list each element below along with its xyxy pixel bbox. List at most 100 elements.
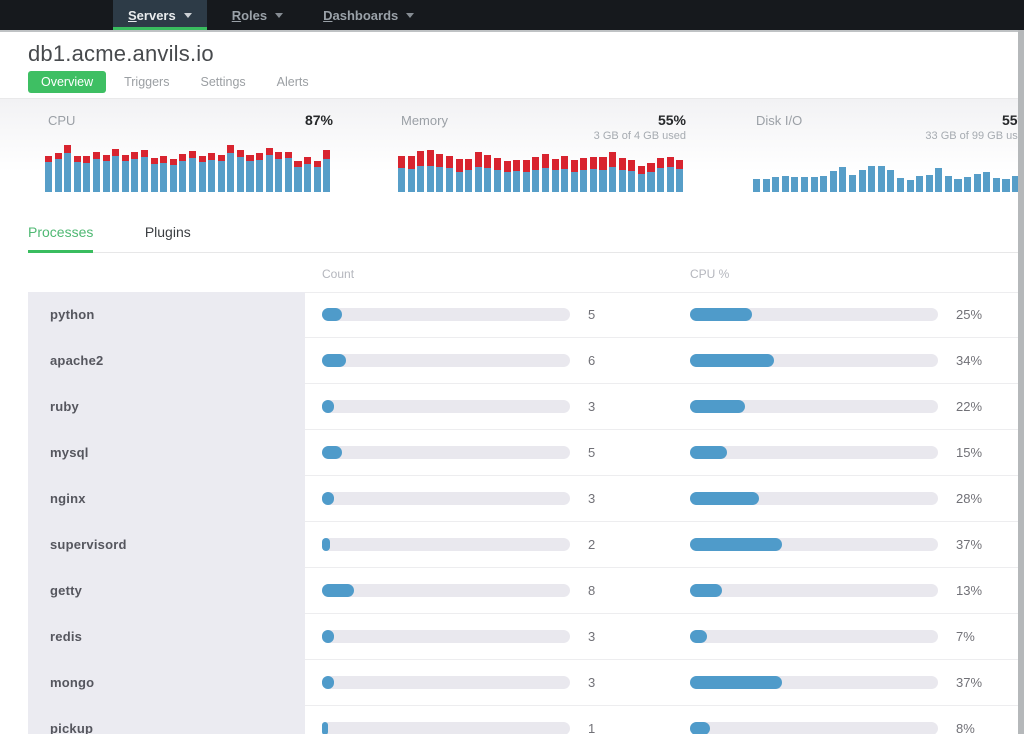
count-bar [322, 630, 570, 643]
cpu-bar-fill [690, 722, 710, 734]
nav-item-roles[interactable]: Roles [217, 0, 298, 30]
disk-io-chart-subtitle: 33 GB of 99 GB used [925, 130, 1024, 142]
chart-bar [782, 176, 789, 192]
count-bar-fill [322, 630, 334, 643]
memory-chart-bars [398, 150, 686, 192]
tab-processes[interactable]: Processes [28, 224, 93, 252]
process-name-cell: ruby [28, 384, 305, 430]
count-bar-fill [322, 354, 346, 367]
table-row[interactable]: supervisord237% [0, 522, 1024, 568]
chart-bar [647, 163, 654, 192]
cpu-chart-bars [45, 145, 333, 192]
chart-bar [801, 177, 808, 192]
cpu-chart-label: CPU [48, 113, 75, 128]
count-bar-fill [322, 676, 334, 689]
chart-bar [141, 150, 148, 192]
chart-bar [820, 176, 827, 192]
chart-bar [897, 178, 904, 192]
chart-bar [993, 178, 1000, 192]
table-row[interactable]: mysql515% [0, 430, 1024, 476]
count-bar [322, 584, 570, 597]
chart-bar [208, 153, 215, 192]
count-bar [322, 446, 570, 459]
chart-bar [112, 149, 119, 192]
table-row[interactable]: nginx328% [0, 476, 1024, 522]
cpu-bar [690, 446, 938, 459]
table-row[interactable]: getty813% [0, 568, 1024, 614]
count-value: 3 [588, 476, 595, 522]
count-bar [322, 492, 570, 505]
cpu-bar-fill [690, 584, 722, 597]
count-bar [322, 354, 570, 367]
tab-triggers[interactable]: Triggers [111, 71, 182, 93]
cpu-bar-fill [690, 676, 782, 689]
nav-item-dashboards[interactable]: Dashboards [308, 0, 429, 30]
chart-bar [199, 156, 206, 192]
active-nav-indicator [113, 27, 207, 30]
table-row[interactable]: ruby322% [0, 384, 1024, 430]
tab-overview[interactable]: Overview [28, 71, 106, 93]
table-row[interactable]: apache2634% [0, 338, 1024, 384]
chevron-down-icon [184, 13, 192, 18]
cpu-bar-fill [690, 446, 727, 459]
top-navbar: Servers Roles Dashboards [0, 0, 1024, 30]
chart-bar [122, 155, 129, 192]
chart-bar [266, 148, 273, 192]
chart-bar [561, 156, 568, 192]
count-bar-fill [322, 584, 354, 597]
memory-chart-label: Memory [401, 113, 448, 128]
chart-bar [964, 177, 971, 192]
cpu-bar-fill [690, 538, 782, 551]
count-value: 2 [588, 522, 595, 568]
tab-plugins[interactable]: Plugins [145, 224, 191, 252]
chart-bar [151, 158, 158, 192]
count-value: 6 [588, 338, 595, 384]
table-row[interactable]: mongo337% [0, 660, 1024, 706]
table-row[interactable]: pickup18% [0, 706, 1024, 734]
disk-io-chart-bars [753, 166, 1024, 192]
chart-bar [542, 154, 549, 192]
cpu-chart-value: 87% [305, 112, 333, 128]
chevron-down-icon [275, 13, 283, 18]
chart-bar [446, 156, 453, 192]
chart-bar [753, 179, 760, 192]
cpu-bar-fill [690, 308, 752, 321]
count-value: 3 [588, 384, 595, 430]
cpu-percent-value: 28% [956, 476, 982, 522]
memory-chart-subtitle: 3 GB of 4 GB used [594, 130, 686, 142]
nav-item-label: Servers [128, 8, 176, 23]
cpu-bar-fill [690, 354, 774, 367]
nav-item-label: Roles [232, 8, 267, 23]
tab-settings[interactable]: Settings [187, 71, 258, 93]
count-value: 3 [588, 614, 595, 660]
chart-bar [552, 159, 559, 192]
chart-bar [275, 152, 282, 192]
tab-alerts[interactable]: Alerts [264, 71, 322, 93]
disk-io-chart: Disk I/O 55% 33 GB of 99 GB used [753, 98, 1024, 192]
cpu-bar [690, 630, 938, 643]
table-row[interactable]: redis37% [0, 614, 1024, 660]
process-name: getty [50, 568, 82, 614]
chart-bar [427, 150, 434, 192]
chart-bar [811, 177, 818, 192]
table-row[interactable]: python525% [0, 292, 1024, 338]
chart-bar [256, 153, 263, 192]
count-value: 8 [588, 568, 595, 614]
chart-bar [830, 171, 837, 192]
cpu-bar [690, 308, 938, 321]
chevron-down-icon [406, 13, 414, 18]
chart-bar [887, 170, 894, 192]
nav-item-servers[interactable]: Servers [113, 0, 207, 30]
cpu-percent-value: 8% [956, 706, 975, 734]
chart-bar [494, 158, 501, 192]
memory-chart-value: 55% [658, 112, 686, 128]
process-name-cell: apache2 [28, 338, 305, 384]
chart-bar [55, 153, 62, 192]
chart-bar [763, 179, 770, 192]
chart-bar [103, 155, 110, 192]
chart-bar [93, 152, 100, 192]
chart-bar [179, 154, 186, 192]
cpu-percent-value: 37% [956, 660, 982, 706]
count-bar-fill [322, 308, 342, 321]
chart-bar [619, 158, 626, 192]
